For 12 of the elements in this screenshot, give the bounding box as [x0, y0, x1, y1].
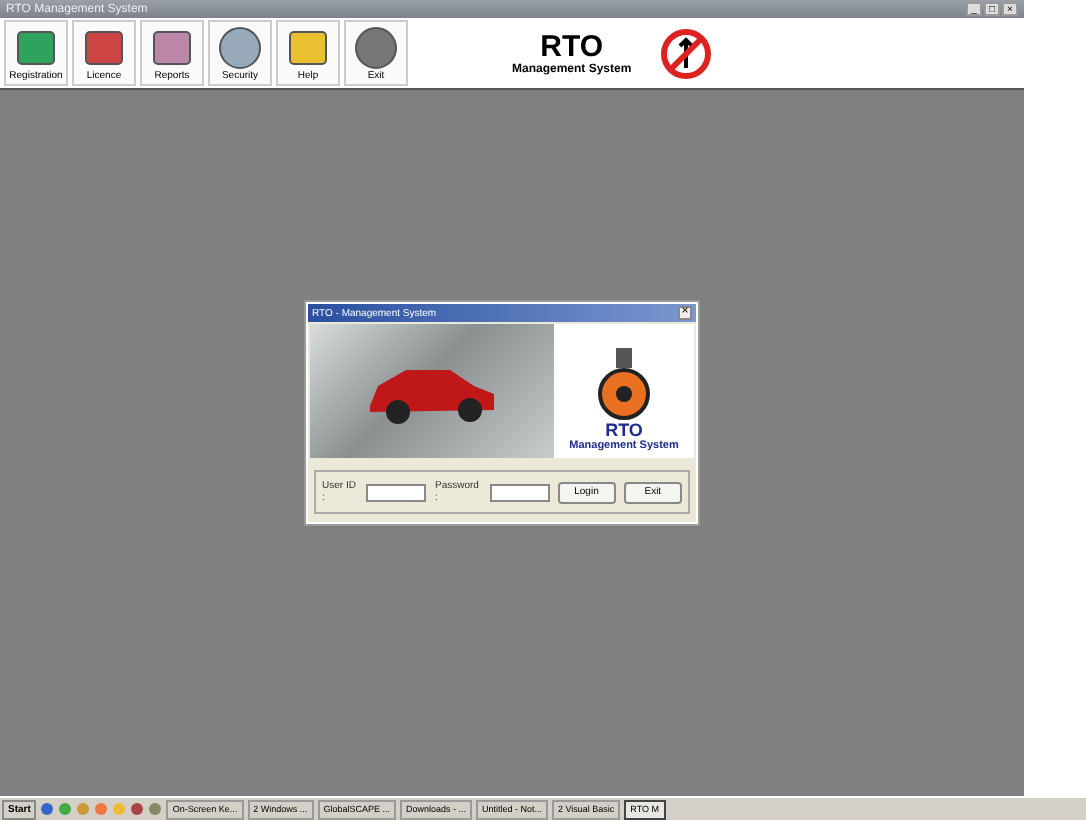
logo-title: RTO	[605, 422, 643, 440]
user-id-field[interactable]	[366, 483, 427, 501]
toolbar-icon	[14, 26, 58, 70]
toolbar-icon	[286, 26, 330, 70]
toolbar-icon	[354, 26, 398, 70]
password-field[interactable]	[489, 483, 550, 501]
brand-title: RTO	[540, 30, 604, 64]
prohibition-sign-icon	[659, 27, 712, 79]
emblem-icon	[594, 346, 654, 422]
toolbar-icon	[150, 26, 194, 70]
toolbar-icon	[82, 26, 126, 70]
toolbar-icon	[218, 26, 262, 70]
